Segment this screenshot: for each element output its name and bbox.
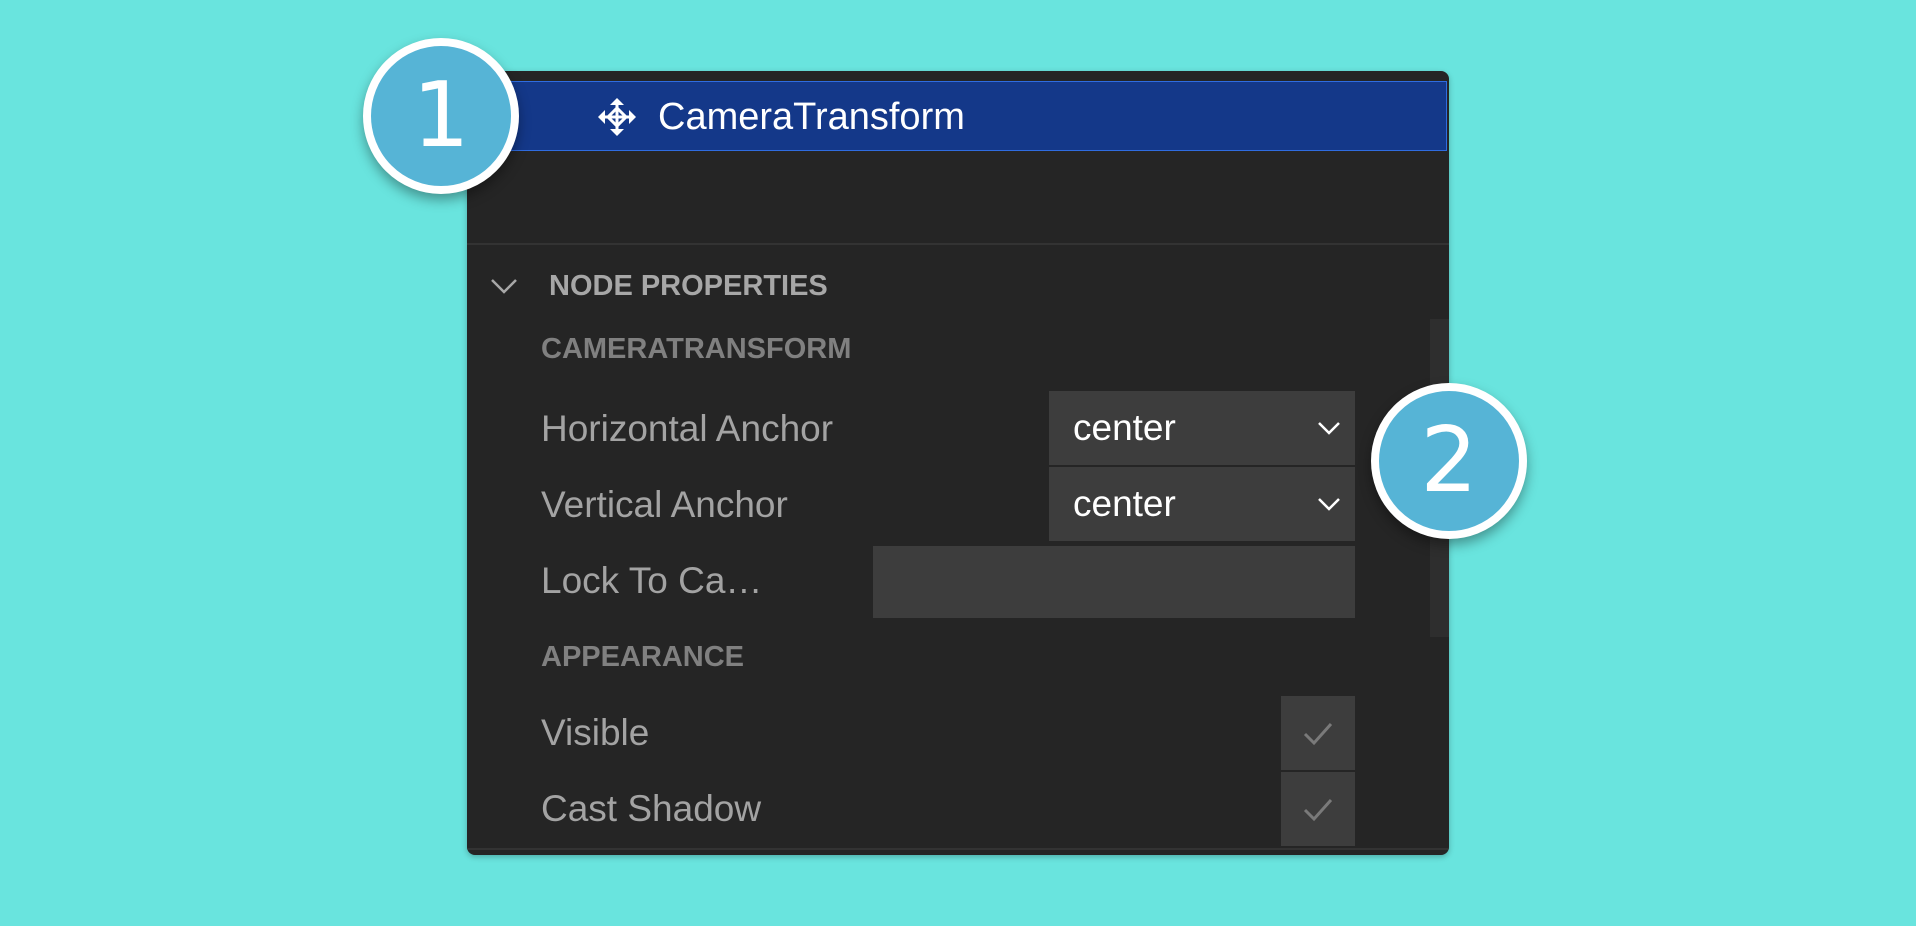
lock-to-camera-label: Lock To Ca… [541, 560, 763, 601]
node-properties-header[interactable]: NODE PROPERTIES [487, 261, 828, 311]
vertical-anchor-value: center [1073, 483, 1176, 524]
chevron-down-icon [1318, 422, 1340, 435]
chevron-down-icon [1318, 498, 1340, 511]
group-title-cameratransform: CAMERATRANSFORM [541, 333, 852, 365]
horizontal-anchor-select[interactable]: center [1049, 391, 1355, 465]
divider [467, 848, 1449, 850]
selected-node-label: CameraTransform [658, 96, 965, 138]
callout-badge-2: 2 [1371, 383, 1527, 539]
lock-to-camera-field[interactable] [873, 546, 1355, 618]
horizontal-anchor-value: center [1073, 407, 1176, 448]
cast-shadow-checkbox[interactable] [1281, 772, 1355, 846]
section-title: NODE PROPERTIES [549, 269, 828, 302]
visible-checkbox[interactable] [1281, 696, 1355, 770]
group-title-appearance: APPEARANCE [541, 641, 745, 673]
node-inspector-panel: CameraTransform NODE PROPERTIES CAMERATR… [467, 71, 1449, 855]
chevron-down-icon[interactable] [487, 269, 521, 303]
divider [467, 243, 1449, 245]
callout-badge-1: 1 [363, 38, 519, 194]
move-arrows-icon [598, 98, 636, 136]
vertical-anchor-label: Vertical Anchor [541, 484, 788, 525]
vertical-anchor-select[interactable]: center [1049, 467, 1355, 541]
selected-node-row[interactable]: CameraTransform [467, 81, 1447, 151]
visible-label: Visible [541, 712, 650, 753]
horizontal-anchor-label: Horizontal Anchor [541, 408, 834, 449]
checkmark-icon [1303, 722, 1333, 746]
checkmark-icon [1303, 798, 1333, 822]
cast-shadow-label: Cast Shadow [541, 788, 762, 829]
